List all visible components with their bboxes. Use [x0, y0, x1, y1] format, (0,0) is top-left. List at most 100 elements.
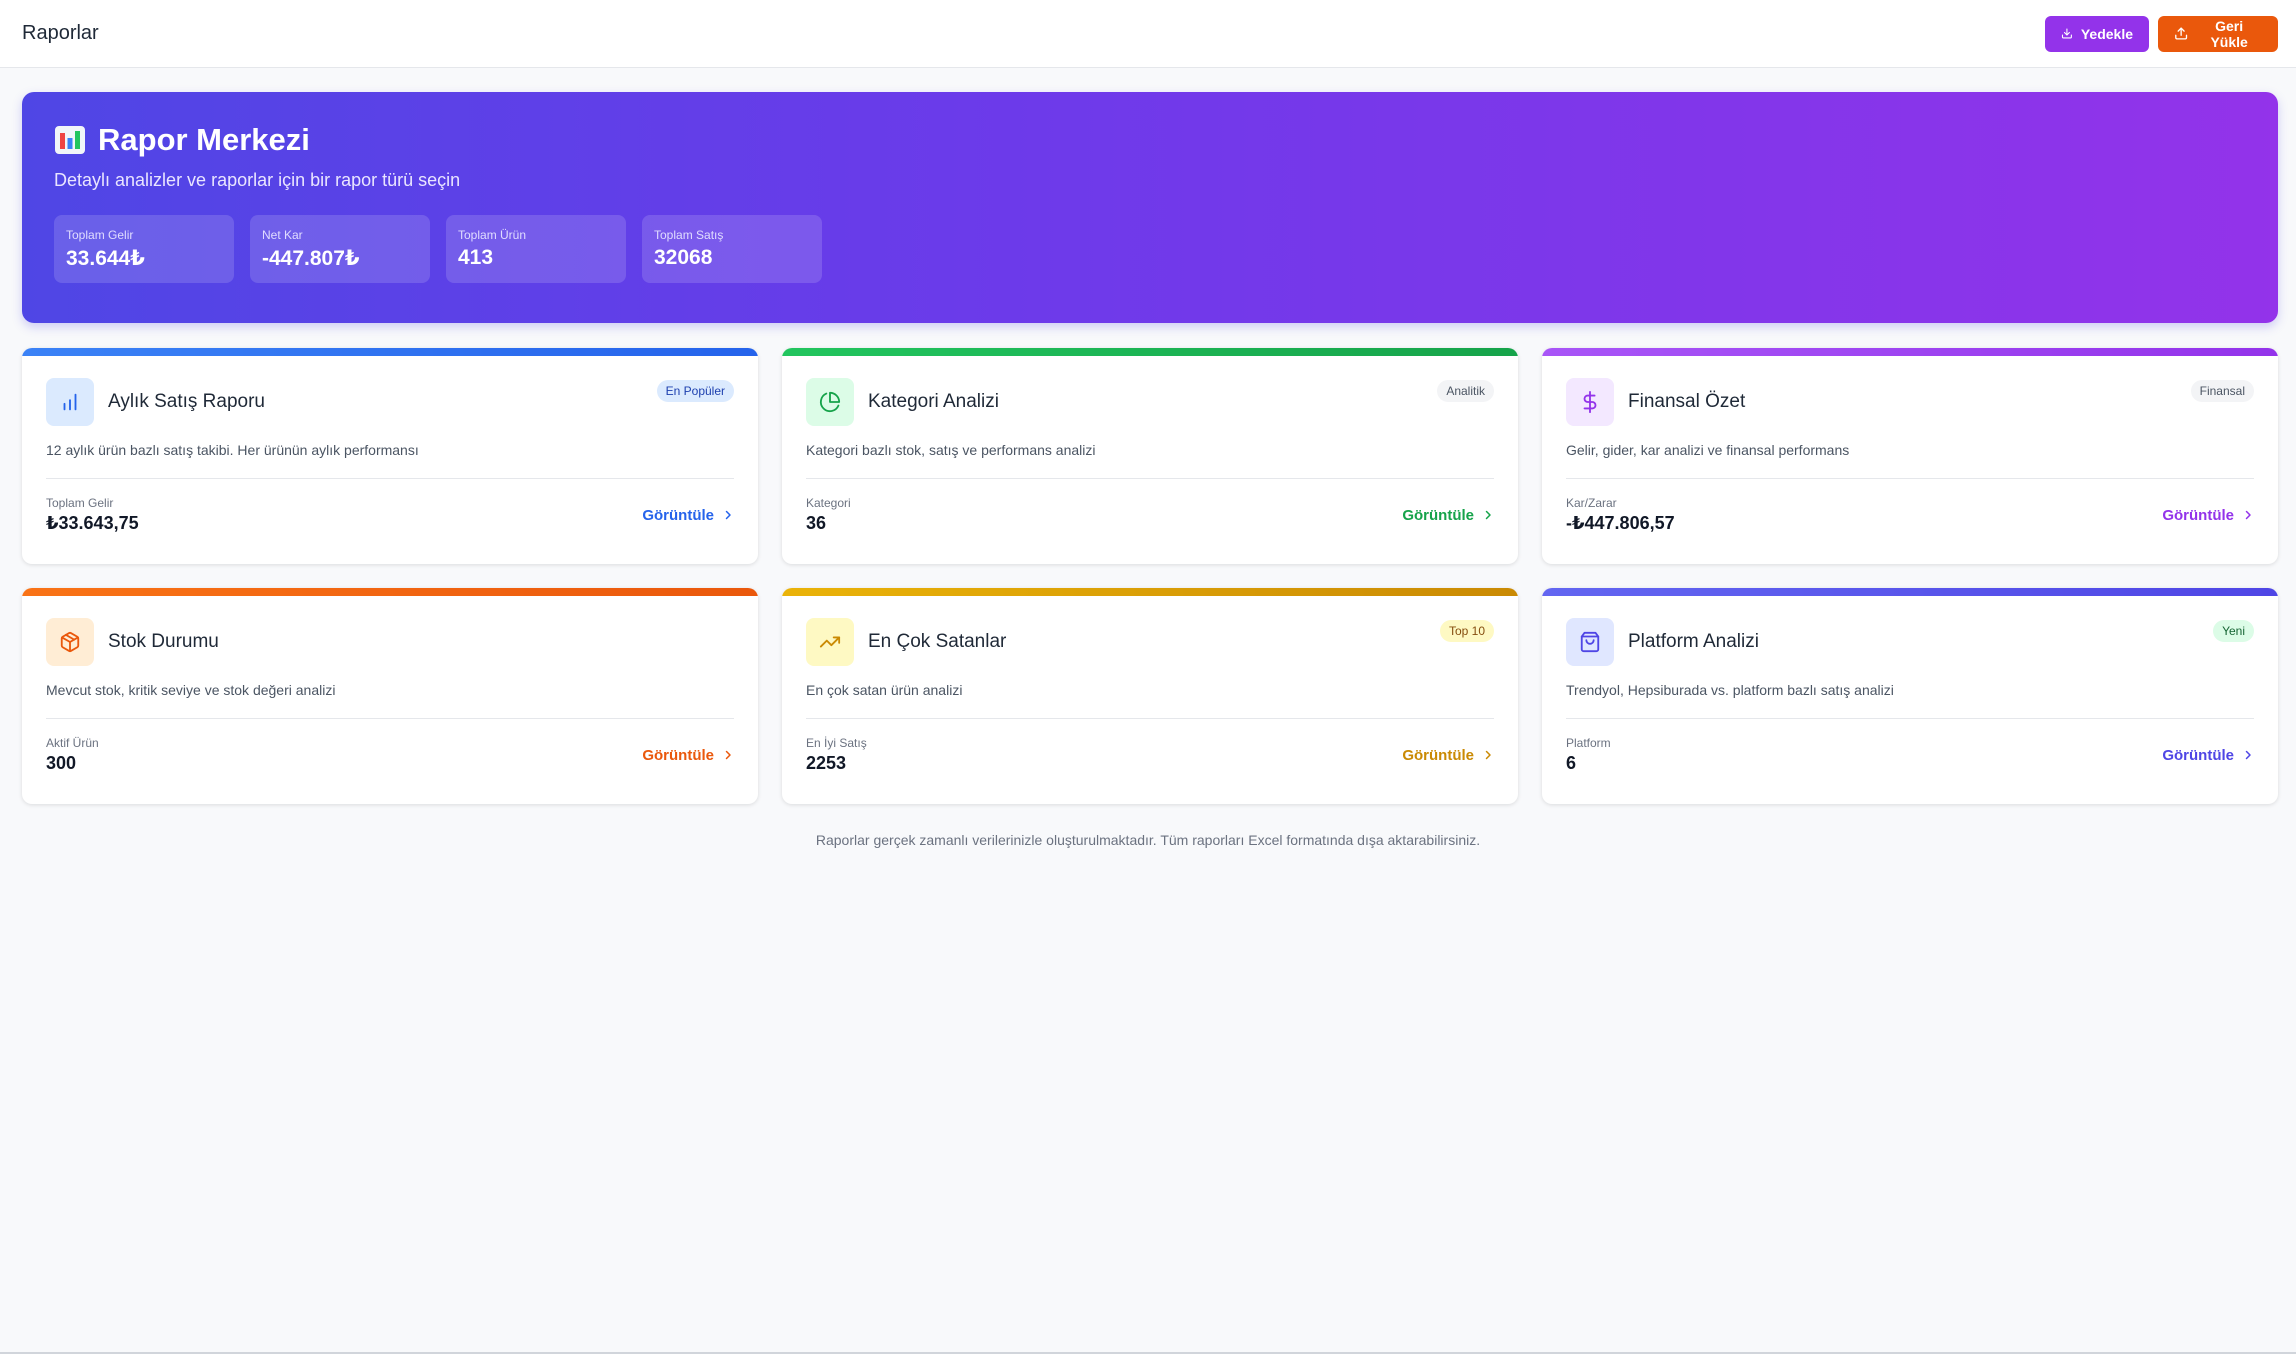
view-link[interactable]: Görüntüle	[642, 747, 734, 764]
status-badge: Finansal	[2190, 380, 2254, 402]
card-accent-bar	[1542, 588, 2278, 596]
card-icon-box	[1566, 378, 1614, 426]
hero-title-row: Rapor Merkezi	[54, 122, 2246, 158]
backup-button-label: Yedekle	[2080, 25, 2133, 42]
card-icon-box	[1566, 618, 1614, 666]
status-badge: Top 10	[1439, 620, 1494, 642]
stat-total-revenue: Toplam Gelir 33.644₺	[54, 215, 234, 283]
stat-label: Toplam Gelir	[66, 228, 134, 242]
divider	[46, 478, 734, 479]
chevron-right-icon	[1485, 510, 1491, 520]
view-link-label: Görüntüle	[1402, 506, 1474, 524]
hero-title: Rapor Merkezi	[98, 122, 310, 157]
card-icon-box	[806, 618, 854, 666]
view-link[interactable]: Görüntüle	[1402, 507, 1494, 524]
view-link[interactable]: Görüntüle	[642, 507, 734, 524]
metric-value: ₺33.643,75	[46, 513, 139, 533]
view-link-label: Görüntüle	[2162, 506, 2234, 524]
chevron-right-icon	[1485, 750, 1491, 760]
card-title: Aylık Satış Raporu	[108, 391, 266, 412]
trending-up-icon	[819, 636, 841, 648]
metric-label: Aktif Ürün	[46, 736, 99, 750]
pie-chart-icon	[819, 391, 841, 412]
card-accent-bar	[22, 588, 758, 596]
chevron-right-icon	[2245, 750, 2251, 760]
view-link[interactable]: Görüntüle	[2162, 507, 2254, 524]
upload-icon	[2175, 27, 2188, 40]
report-card-platform-analysis[interactable]: Yeni Platform Analizi Trendyol, Hepsibur…	[1542, 588, 2278, 804]
metric-value: -₺447.806,57	[1566, 513, 1675, 533]
view-link-label: Görüntüle	[1402, 746, 1474, 764]
metric-label: En İyi Satış	[806, 736, 867, 750]
package-icon	[60, 631, 80, 653]
shopping-bag-icon	[1580, 631, 1600, 653]
card-title: En Çok Satanlar	[868, 631, 1007, 652]
report-card-best-sellers[interactable]: Top 10 En Çok Satanlar En çok satan ürün…	[782, 588, 1518, 804]
report-card-financial-summary[interactable]: Finansal Finansal Özet Gelir, gider, kar…	[1542, 348, 2278, 564]
view-link[interactable]: Görüntüle	[1402, 747, 1494, 764]
summary-stats: Toplam Gelir 33.644₺ Net Kar -447.807₺ T…	[54, 215, 2246, 283]
card-description: En çok satan ürün analizi	[806, 682, 963, 698]
divider	[806, 718, 1494, 719]
metric-value: 6	[1566, 753, 1577, 773]
restore-button[interactable]: Geri Yükle	[2158, 15, 2278, 52]
metric-label: Kategori	[806, 496, 851, 510]
card-description: Kategori bazlı stok, satış ve performans…	[806, 442, 1096, 458]
card-description: Gelir, gider, kar analizi ve finansal pe…	[1566, 442, 1850, 458]
report-card-category-analysis[interactable]: Analitik Kategori Analizi Kategori bazlı…	[782, 348, 1518, 564]
restore-button-label: Geri Yükle	[2210, 17, 2248, 50]
view-link-label: Görüntüle	[642, 506, 714, 524]
divider	[1566, 718, 2254, 719]
card-accent-bar	[1542, 348, 2278, 356]
card-accent-bar	[782, 348, 1518, 356]
stat-total-sales: Toplam Satış 32068	[642, 215, 822, 283]
divider	[806, 478, 1494, 479]
stat-value: 33.644₺	[66, 247, 145, 270]
view-link[interactable]: Görüntüle	[2162, 747, 2254, 764]
metric-value: 300	[46, 753, 77, 773]
status-badge: Yeni	[2213, 620, 2254, 642]
card-icon-box	[806, 378, 854, 426]
status-badge: En Popüler	[656, 380, 734, 402]
chevron-right-icon	[725, 510, 731, 520]
metric-value: 36	[806, 513, 827, 533]
stat-value: -447.807₺	[262, 247, 360, 270]
card-description: Trendyol, Hepsiburada vs. platform bazlı…	[1566, 682, 1894, 698]
card-title: Kategori Analizi	[868, 391, 999, 412]
metric-label: Platform	[1566, 736, 1611, 750]
metric-label: Kar/Zarar	[1566, 496, 1617, 510]
bar-chart-icon	[63, 393, 77, 411]
card-description: 12 aylık ürün bazlı satış takibi. Her ür…	[46, 442, 419, 458]
stat-net-profit: Net Kar -447.807₺	[250, 215, 430, 283]
chevron-right-icon	[725, 750, 731, 760]
stat-label: Toplam Ürün	[458, 228, 527, 242]
stat-total-products: Toplam Ürün 413	[446, 215, 626, 283]
stat-value: 32068	[654, 246, 713, 269]
backup-button[interactable]: Yedekle	[2045, 15, 2149, 52]
footer-note: Raporlar gerçek zamanlı verilerinizle ol…	[815, 832, 1481, 848]
hero-subtitle: Detaylı analizler ve raporlar için bir r…	[54, 170, 461, 190]
card-title: Finansal Özet	[1628, 391, 1746, 412]
report-card-stock-status[interactable]: Stok Durumu Mevcut stok, kritik seviye v…	[22, 588, 758, 804]
metric-label: Toplam Gelir	[46, 496, 114, 510]
stat-label: Net Kar	[262, 228, 303, 242]
stat-label: Toplam Satış	[654, 228, 724, 242]
card-description: Mevcut stok, kritik seviye ve stok değer…	[46, 682, 336, 698]
stat-value: 413	[458, 246, 494, 269]
divider	[46, 718, 734, 719]
status-badge: Analitik	[1437, 380, 1494, 402]
dollar-icon	[1583, 391, 1597, 413]
top-bar: Raporlar Yedekle Geri Yükle	[0, 0, 2296, 68]
card-accent-bar	[782, 588, 1518, 596]
chevron-right-icon	[2245, 510, 2251, 520]
metric-value: 2253	[806, 753, 847, 773]
bar-chart-emoji-icon	[55, 126, 85, 154]
page-title: Raporlar	[22, 22, 99, 44]
card-icon-box	[46, 618, 94, 666]
report-cards-grid: En Popüler Aylık Satış Raporu 12 aylık ü…	[22, 348, 2278, 804]
report-card-monthly-sales[interactable]: En Popüler Aylık Satış Raporu 12 aylık ü…	[22, 348, 758, 564]
divider	[1566, 478, 2254, 479]
download-icon	[2061, 28, 2072, 39]
view-link-label: Görüntüle	[642, 746, 714, 764]
card-title: Platform Analizi	[1628, 631, 1759, 652]
